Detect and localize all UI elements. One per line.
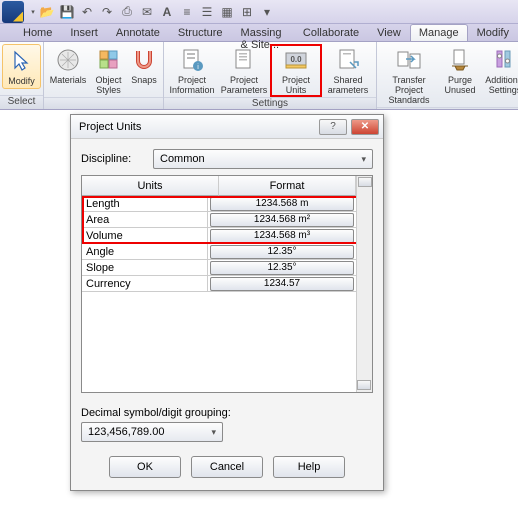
tab-manage[interactable]: Manage: [410, 24, 468, 41]
purge-unused-button[interactable]: PurgeUnused: [439, 44, 481, 97]
group-label-select: Select: [0, 95, 43, 109]
dialog-title: Project Units: [79, 121, 319, 133]
shared-params-icon: [334, 46, 362, 74]
tab-home[interactable]: Home: [14, 24, 61, 41]
object-styles-icon: [95, 46, 123, 74]
dialog-titlebar: Project Units ? ✕: [71, 115, 383, 139]
header-format: Format: [219, 176, 356, 196]
object-styles-button[interactable]: ObjectStyles: [90, 44, 127, 97]
modify-button[interactable]: Modify: [2, 44, 41, 89]
shared-parameters-button[interactable]: Sharedarameters: [322, 44, 374, 97]
save-icon[interactable]: 💾: [58, 3, 76, 21]
additional-settings-icon: [491, 46, 518, 74]
row-length[interactable]: Length1234.568 m: [82, 196, 372, 212]
row-angle[interactable]: Angle12.35°: [82, 244, 372, 260]
grid-scrollbar[interactable]: [356, 176, 372, 392]
decimal-label: Decimal symbol/digit grouping:: [81, 407, 373, 419]
row-area[interactable]: Area1234.568 m²: [82, 212, 372, 228]
help-sys-button[interactable]: ?: [319, 119, 347, 135]
discipline-label: Discipline:: [81, 153, 153, 165]
ribbon-tabs: Home Insert Annotate Structure Massing &…: [0, 24, 518, 42]
undo-icon[interactable]: ↶: [78, 3, 96, 21]
materials-icon: [54, 46, 82, 74]
tab-structure[interactable]: Structure: [169, 24, 232, 41]
app-icon[interactable]: [2, 1, 24, 23]
group-label-2: [44, 97, 163, 109]
mail-icon[interactable]: ✉: [138, 3, 156, 21]
units-grid: Units Format Length1234.568 m Area1234.5…: [81, 175, 373, 393]
row-volume[interactable]: Volume1234.568 m³: [82, 228, 372, 244]
row-currency[interactable]: Currency1234.57: [82, 276, 372, 292]
additional-settings-button[interactable]: AdditionalSettings: [481, 44, 518, 97]
project-units-button[interactable]: 0.0 ProjectUnits: [270, 44, 322, 97]
format-length[interactable]: 1234.568 m: [210, 197, 354, 211]
grid-icon[interactable]: ⊞: [238, 3, 256, 21]
help-button[interactable]: Help: [273, 456, 345, 478]
project-parameters-button[interactable]: ProjectParameters: [218, 44, 270, 97]
tab-annotate[interactable]: Annotate: [107, 24, 169, 41]
svg-text:0.0: 0.0: [290, 55, 302, 64]
snaps-button[interactable]: Snaps: [127, 44, 161, 87]
format-angle[interactable]: 12.35°: [210, 245, 354, 259]
format-volume[interactable]: 1234.568 m³: [210, 229, 354, 243]
transfer-standards-button[interactable]: TransferProject Standards: [379, 44, 439, 107]
ok-button[interactable]: OK: [109, 456, 181, 478]
tab-massing[interactable]: Massing & Site...: [232, 24, 294, 41]
tab-view[interactable]: View: [368, 24, 410, 41]
purge-icon: [446, 46, 474, 74]
project-info-icon: i: [178, 46, 206, 74]
print-icon[interactable]: ⎙: [118, 3, 136, 21]
tab-collaborate[interactable]: Collaborate: [294, 24, 368, 41]
format-slope[interactable]: 12.35°: [210, 261, 354, 275]
project-units-icon: 0.0: [282, 46, 310, 74]
format-currency[interactable]: 1234.57: [210, 277, 354, 291]
discipline-combo[interactable]: Common: [153, 149, 373, 169]
group-label-4: [377, 107, 518, 109]
ribbon: Modify Select Materials ObjectStyles Sna…: [0, 42, 518, 110]
group-label-settings: Settings: [164, 97, 376, 109]
materials-button[interactable]: Materials: [46, 44, 90, 87]
header-units: Units: [82, 176, 219, 196]
transfer-icon: [395, 46, 423, 74]
row-slope[interactable]: Slope12.35°: [82, 260, 372, 276]
align-icon[interactable]: ≡: [178, 3, 196, 21]
snaps-icon: [130, 46, 158, 74]
decimal-combo[interactable]: 123,456,789.00: [81, 422, 223, 442]
text-icon[interactable]: A: [158, 3, 176, 21]
cancel-button[interactable]: Cancel: [191, 456, 263, 478]
tab-insert[interactable]: Insert: [61, 24, 107, 41]
table-icon[interactable]: ▦: [218, 3, 236, 21]
app-menu-dropdown[interactable]: ▾: [28, 8, 38, 16]
tab-modify[interactable]: Modify: [468, 24, 518, 41]
drop-icon[interactable]: ▾: [258, 3, 276, 21]
project-information-button[interactable]: i ProjectInformation: [166, 44, 218, 97]
list-icon[interactable]: ☰: [198, 3, 216, 21]
cursor-icon: [8, 47, 36, 75]
format-area[interactable]: 1234.568 m²: [210, 213, 354, 227]
close-button[interactable]: ✕: [351, 119, 379, 135]
open-icon[interactable]: 📂: [38, 3, 56, 21]
project-units-dialog: Project Units ? ✕ Discipline: Common Uni…: [70, 114, 384, 491]
redo-icon[interactable]: ↷: [98, 3, 116, 21]
project-params-icon: [230, 46, 258, 74]
quick-access-toolbar: ▾ 📂 💾 ↶ ↷ ⎙ ✉ A ≡ ☰ ▦ ⊞ ▾: [0, 0, 518, 24]
